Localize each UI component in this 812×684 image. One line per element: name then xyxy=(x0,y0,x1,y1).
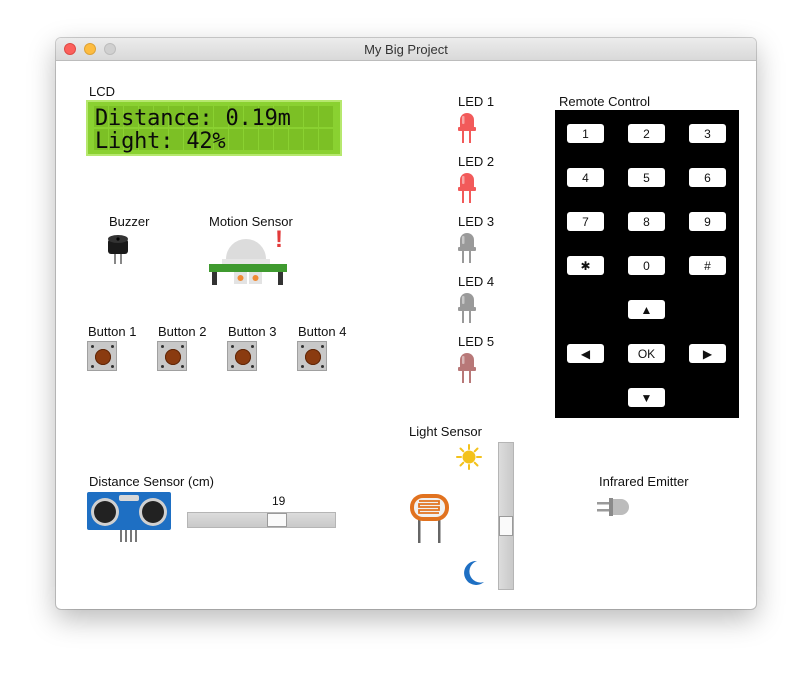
app-window: My Big Project LCD Distance: 0.19m Light… xyxy=(56,38,756,609)
led-2-label: LED 2 xyxy=(458,154,495,169)
light-slider[interactable] xyxy=(498,442,514,590)
button-1-label: Button 1 xyxy=(88,324,137,339)
remote-key-0[interactable]: 0 xyxy=(628,256,665,275)
remote-key-5[interactable]: 5 xyxy=(628,168,665,187)
remote-key-right[interactable]: ▶ xyxy=(689,344,726,363)
remote-control: 1 2 3 4 5 6 7 8 9 ✱ 0 # ▲ ◀ OK ▶ ▼ xyxy=(555,110,739,418)
lcd-line-2: Light: 42% xyxy=(95,129,226,154)
distance-value: 19 xyxy=(272,494,286,508)
lcd-label: LCD xyxy=(89,84,116,99)
buzzer-label: Buzzer xyxy=(109,214,150,229)
remote-key-hash[interactable]: # xyxy=(689,256,726,275)
led-3-icon xyxy=(458,233,476,263)
remote-key-3[interactable]: 3 xyxy=(689,124,726,143)
infrared-emitter-label: Infrared Emitter xyxy=(599,474,689,489)
led-4-icon xyxy=(458,293,476,323)
remote-control-label: Remote Control xyxy=(559,94,651,109)
title-bar: My Big Project xyxy=(56,38,756,61)
sun-icon xyxy=(456,444,482,470)
remote-key-2[interactable]: 2 xyxy=(628,124,665,143)
led-5-icon xyxy=(458,353,476,383)
remote-key-4[interactable]: 4 xyxy=(567,168,604,187)
infrared-emitter-icon[interactable] xyxy=(597,496,633,518)
led-5-label: LED 5 xyxy=(458,334,495,349)
distance-sensor-label: Distance Sensor (cm) xyxy=(89,474,214,489)
led-4-label: LED 4 xyxy=(458,274,495,289)
buzzer-icon[interactable] xyxy=(106,233,130,265)
remote-key-ok[interactable]: OK xyxy=(628,344,665,363)
distance-slider-thumb[interactable] xyxy=(267,513,287,527)
moon-icon xyxy=(464,560,484,585)
light-slider-thumb[interactable] xyxy=(499,516,513,536)
led-1-icon xyxy=(458,113,476,143)
distance-slider[interactable] xyxy=(187,512,336,528)
led-3-label: LED 3 xyxy=(458,214,495,229)
remote-key-6[interactable]: 6 xyxy=(689,168,726,187)
photoresistor-icon xyxy=(410,494,449,543)
motion-alert-icon: ! xyxy=(275,226,283,253)
light-sensor-label: Light Sensor xyxy=(409,424,482,439)
remote-key-1[interactable]: 1 xyxy=(567,124,604,143)
led-2-icon xyxy=(458,173,476,203)
lcd-display: Distance: 0.19m Light: 42% xyxy=(86,100,342,156)
led-1-label: LED 1 xyxy=(458,94,495,109)
remote-key-down[interactable]: ▼ xyxy=(628,388,665,407)
push-button-2[interactable] xyxy=(157,341,187,371)
button-2-label: Button 2 xyxy=(158,324,207,339)
push-button-4[interactable] xyxy=(297,341,327,371)
push-button-1[interactable] xyxy=(87,341,117,371)
remote-key-left[interactable]: ◀ xyxy=(567,344,604,363)
button-4-label: Button 4 xyxy=(298,324,347,339)
remote-key-8[interactable]: 8 xyxy=(628,212,665,231)
ultrasonic-sensor-icon xyxy=(87,492,171,542)
remote-key-star[interactable]: ✱ xyxy=(567,256,604,275)
push-button-3[interactable] xyxy=(227,341,257,371)
remote-key-up[interactable]: ▲ xyxy=(628,300,665,319)
remote-key-7[interactable]: 7 xyxy=(567,212,604,231)
lcd-line-1: Distance: 0.19m xyxy=(95,106,291,131)
remote-key-9[interactable]: 9 xyxy=(689,212,726,231)
window-title: My Big Project xyxy=(364,42,448,57)
button-3-label: Button 3 xyxy=(228,324,277,339)
